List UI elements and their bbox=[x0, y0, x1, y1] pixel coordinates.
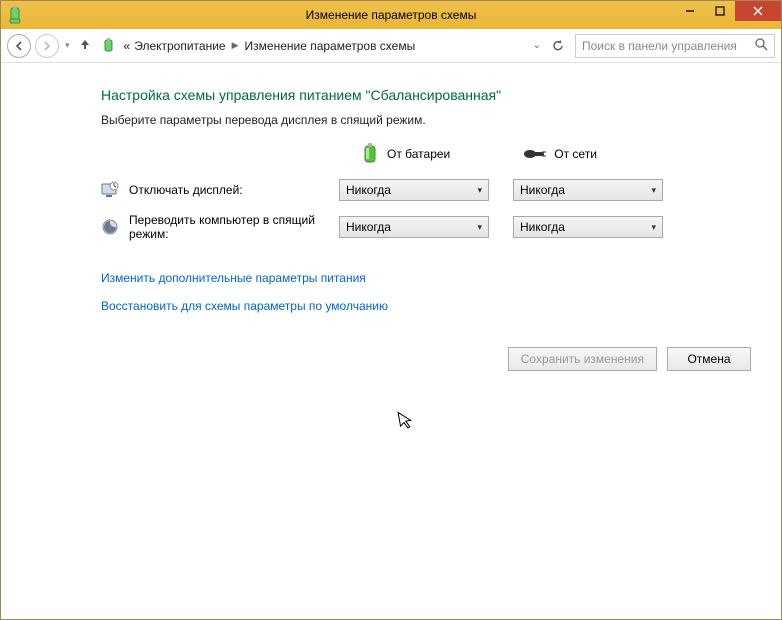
search-placeholder: Поиск в панели управления bbox=[582, 39, 755, 53]
display-off-plugged-dropdown[interactable]: Никогда ▾ bbox=[513, 179, 663, 201]
save-button[interactable]: Сохранить изменения bbox=[508, 347, 657, 371]
row-display-off: Отключать дисплей: Никогда ▾ Никогда ▾ bbox=[101, 179, 751, 201]
breadcrumb-dropdown-icon[interactable]: ⌄ bbox=[533, 40, 541, 51]
nav-bar: ▾ « Электропитание ▶ Изменение параметро… bbox=[1, 29, 781, 63]
plug-icon bbox=[522, 145, 546, 163]
sleep-label: Переводить компьютер в спящий режим: bbox=[129, 213, 329, 241]
minimize-button[interactable] bbox=[675, 1, 705, 21]
sleep-battery-dropdown[interactable]: Никогда ▾ bbox=[339, 216, 489, 238]
power-source-headers: От батареи От сети bbox=[361, 143, 751, 165]
maximize-button[interactable] bbox=[705, 1, 735, 21]
close-button[interactable] bbox=[735, 1, 781, 21]
breadcrumb-item-power[interactable]: Электропитание bbox=[134, 39, 225, 53]
content-area: Настройка схемы управления питанием "Сба… bbox=[1, 63, 781, 371]
search-input[interactable]: Поиск в панели управления bbox=[575, 34, 775, 58]
history-chevron-icon[interactable]: ▾ bbox=[63, 40, 72, 51]
page-heading: Настройка схемы управления питанием "Сба… bbox=[101, 87, 751, 103]
battery-icon bbox=[361, 143, 379, 165]
battery-column-header: От батареи bbox=[361, 143, 450, 165]
monitor-icon bbox=[101, 181, 119, 199]
advanced-settings-link[interactable]: Изменить дополнительные параметры питани… bbox=[101, 271, 751, 285]
back-button[interactable] bbox=[7, 34, 31, 58]
page-subtext: Выберите параметры перевода дисплея в сп… bbox=[101, 113, 751, 127]
chevron-down-icon: ▾ bbox=[477, 222, 482, 233]
cancel-button[interactable]: Отмена bbox=[667, 347, 751, 371]
breadcrumb-item-editplan[interactable]: Изменение параметров схемы bbox=[245, 39, 416, 53]
chevron-down-icon: ▾ bbox=[651, 222, 656, 233]
cursor-icon bbox=[397, 409, 417, 436]
display-off-battery-dropdown[interactable]: Никогда ▾ bbox=[339, 179, 489, 201]
breadcrumb: « Электропитание ▶ Изменение параметров … bbox=[124, 39, 529, 53]
window-title: Изменение параметров схемы bbox=[1, 8, 781, 22]
chevron-right-icon: ▶ bbox=[232, 40, 239, 51]
breadcrumb-prefix: « bbox=[124, 39, 131, 53]
restore-defaults-link[interactable]: Восстановить для схемы параметры по умол… bbox=[101, 299, 751, 313]
moon-icon bbox=[101, 218, 119, 236]
button-row: Сохранить изменения Отмена bbox=[31, 347, 751, 371]
dropdown-value: Никогда bbox=[346, 183, 391, 197]
chevron-down-icon: ▾ bbox=[477, 185, 482, 196]
row-sleep: Переводить компьютер в спящий режим: Ник… bbox=[101, 213, 751, 241]
plugged-column-header: От сети bbox=[522, 143, 597, 165]
dropdown-value: Никогда bbox=[520, 220, 565, 234]
dropdown-value: Никогда bbox=[346, 220, 391, 234]
search-icon bbox=[755, 38, 768, 54]
chevron-down-icon: ▾ bbox=[651, 185, 656, 196]
links-section: Изменить дополнительные параметры питани… bbox=[101, 271, 751, 313]
up-button[interactable] bbox=[76, 37, 94, 54]
display-off-label: Отключать дисплей: bbox=[129, 183, 329, 197]
refresh-button[interactable] bbox=[551, 39, 565, 53]
forward-button[interactable] bbox=[35, 34, 59, 58]
plugged-label: От сети bbox=[554, 147, 597, 161]
titlebar: Изменение параметров схемы bbox=[1, 1, 781, 29]
battery-label: От батареи bbox=[387, 147, 450, 161]
plan-icon bbox=[100, 37, 118, 55]
app-icon bbox=[7, 6, 25, 24]
sleep-plugged-dropdown[interactable]: Никогда ▾ bbox=[513, 216, 663, 238]
dropdown-value: Никогда bbox=[520, 183, 565, 197]
